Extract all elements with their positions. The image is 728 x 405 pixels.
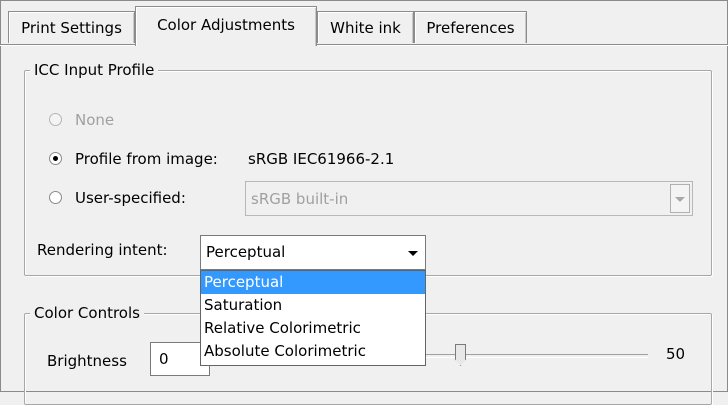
chevron-down-icon bbox=[675, 196, 685, 202]
tab-label: White ink bbox=[330, 19, 401, 37]
tab-color-adjustments[interactable]: Color Adjustments bbox=[135, 6, 317, 46]
user-specified-combo[interactable]: sRGB built-in bbox=[245, 181, 693, 216]
chevron-down-icon bbox=[408, 250, 418, 256]
none-radio[interactable] bbox=[49, 113, 62, 126]
icc-input-profile-title: ICC Input Profile bbox=[30, 61, 159, 79]
brightness-label: Brightness bbox=[47, 352, 127, 370]
rendering-intent-option-absolute-colorimetric[interactable]: Absolute Colorimetric bbox=[201, 340, 425, 363]
color-controls-title: Color Controls bbox=[30, 304, 144, 322]
tab-label: Print Settings bbox=[21, 19, 122, 37]
tab-label: Color Adjustments bbox=[157, 16, 295, 34]
profile-from-image-value: sRGB IEC61966-2.1 bbox=[248, 150, 395, 168]
profile-from-image-label: Profile from image: bbox=[75, 150, 218, 168]
rendering-intent-label: Rendering intent: bbox=[37, 241, 168, 259]
tab-print-settings[interactable]: Print Settings bbox=[8, 11, 135, 43]
user-specified-label: User-specified: bbox=[75, 189, 186, 207]
tab-strip: Print Settings Color Adjustments White i… bbox=[0, 0, 728, 46]
rendering-intent-dropdown-button[interactable] bbox=[403, 238, 423, 267]
rendering-intent-combo[interactable]: Perceptual bbox=[200, 235, 426, 270]
profile-from-image-radio[interactable] bbox=[49, 152, 62, 165]
user-specified-radio[interactable] bbox=[49, 191, 62, 204]
radio-selected-dot bbox=[53, 156, 58, 161]
user-specified-combo-value: sRGB built-in bbox=[251, 190, 349, 208]
brightness-slider-value: 50 bbox=[666, 345, 686, 363]
tab-panel-border bbox=[0, 45, 728, 46]
user-specified-dropdown-button[interactable] bbox=[670, 184, 690, 213]
rendering-intent-option-saturation[interactable]: Saturation bbox=[201, 294, 425, 317]
rendering-intent-dropdown-list: Perceptual Saturation Relative Colorimet… bbox=[200, 270, 426, 366]
brightness-input-value: 0 bbox=[159, 350, 169, 368]
tab-white-ink[interactable]: White ink bbox=[317, 11, 414, 43]
rendering-intent-option-perceptual[interactable]: Perceptual bbox=[201, 271, 425, 294]
rendering-intent-combo-value: Perceptual bbox=[206, 243, 286, 261]
none-label: None bbox=[75, 111, 115, 129]
rendering-intent-option-relative-colorimetric[interactable]: Relative Colorimetric bbox=[201, 317, 425, 340]
tab-label: Preferences bbox=[426, 19, 515, 37]
tab-preferences[interactable]: Preferences bbox=[414, 11, 527, 43]
